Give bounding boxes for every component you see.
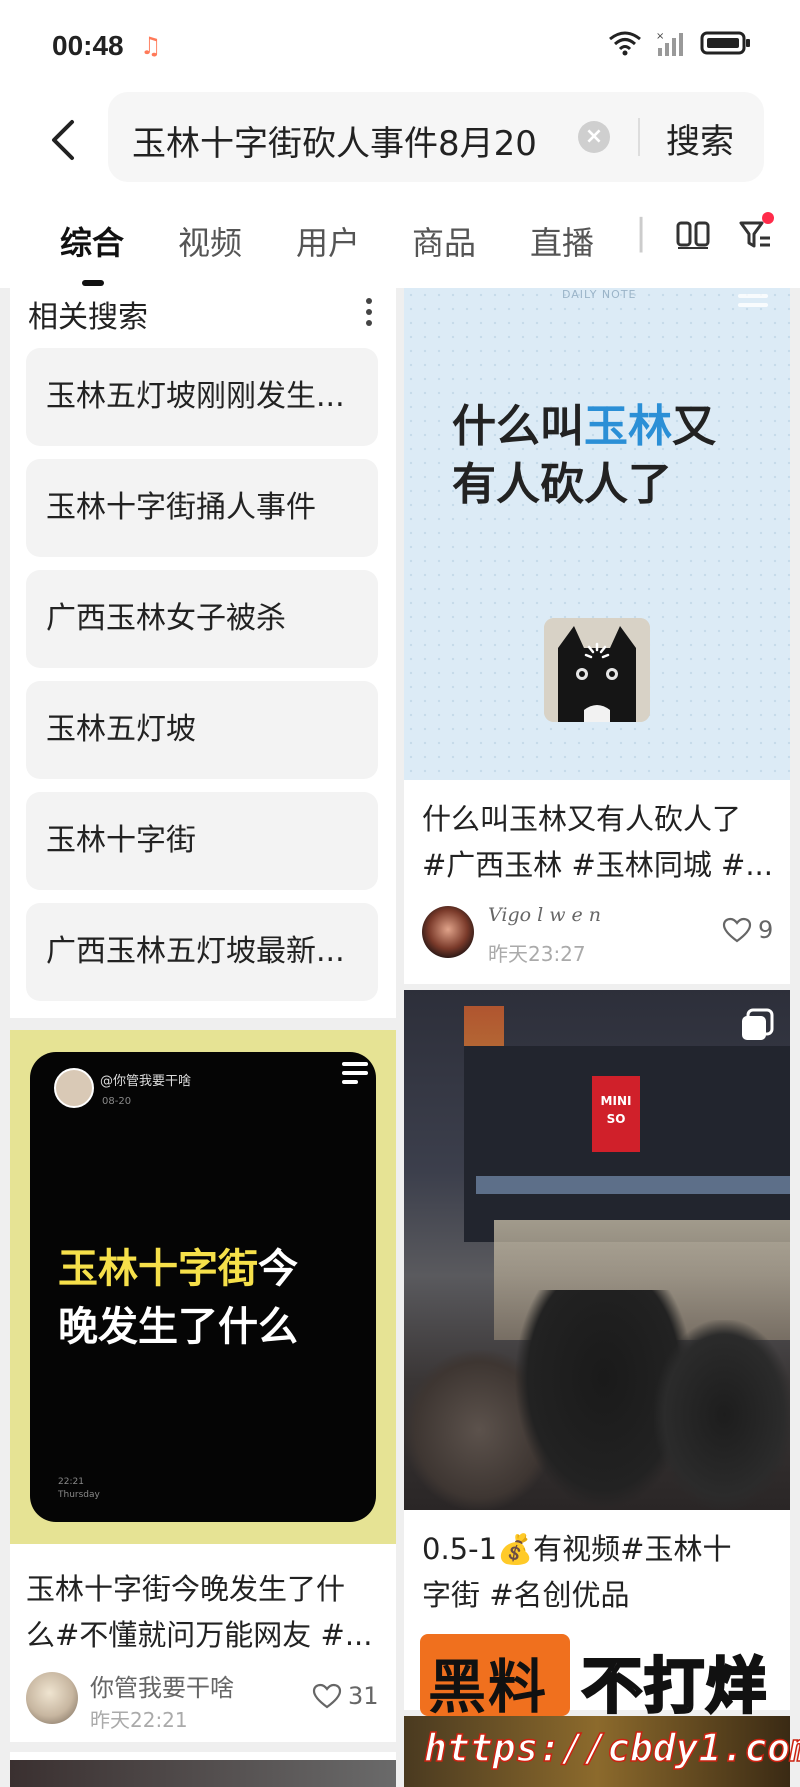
wifi-icon [609, 31, 641, 56]
svg-text:×: × [656, 31, 664, 42]
more-options-icon[interactable] [366, 298, 374, 331]
note-cover-image[interactable]: DAILY NOTE 什么叫玉林又 有人砍人了 [404, 288, 790, 780]
watermark-url: https://cbdy1.com [423, 1725, 800, 1771]
like-count: 31 [348, 1682, 379, 1710]
store-band [476, 1176, 790, 1194]
tab-overflow-fade: ▏ [640, 218, 664, 253]
layout-toggle-icon[interactable] [676, 220, 710, 250]
search-bar-row: 玉林十字街砍人事件8月20 × 搜索 [0, 90, 800, 190]
related-search-item[interactable]: 广西玉林五灯坡最新... [26, 903, 378, 1001]
tab-users[interactable]: 用户 [296, 218, 360, 264]
author-name[interactable]: Vigo l w e n [488, 904, 601, 926]
related-search-item[interactable]: 玉林五灯坡刚刚发生... [26, 348, 378, 446]
related-search-item[interactable]: 广西玉林女子被杀 [26, 570, 378, 668]
note-title[interactable]: 玉林十字街今晚发生了什 么#不懂就问万能网友 #... [26, 1566, 386, 1658]
related-search-item[interactable]: 玉林五灯坡 [26, 681, 378, 779]
watermark-badge-text: 黑料 [428, 1653, 549, 1721]
clear-icon[interactable]: × [578, 121, 610, 153]
multi-image-icon [742, 1008, 774, 1040]
search-input[interactable]: 玉林十字街砍人事件8月20 [132, 116, 552, 165]
related-search-item[interactable]: 玉林十字街 [26, 792, 378, 890]
preview-avatar [54, 1068, 94, 1108]
search-divider [638, 118, 640, 156]
like-button[interactable]: 31 [312, 1682, 379, 1710]
tab-video[interactable]: 视频 [178, 218, 242, 264]
like-button[interactable]: 9 [722, 916, 773, 944]
post-time: 昨天23:27 [488, 942, 586, 966]
dark-note-preview: @你管我要干啥 08-20 玉林十字街今 晚发生了什么 22:21 Thursda… [30, 1052, 376, 1522]
cover-menu-icon [738, 294, 768, 312]
preview-menu-icon [342, 1062, 368, 1089]
preview-date: 08-20 [102, 1096, 132, 1107]
related-search-item[interactable]: 玉林十字街捅人事件 [26, 459, 378, 557]
note-title[interactable]: 0.5-1💰有视频#玉林十 字街 #名创优品 [422, 1526, 782, 1618]
back-arrow-icon [52, 120, 74, 160]
preview-handle: @你管我要干啥 [100, 1074, 192, 1089]
heart-icon [722, 917, 752, 943]
preview-footer: 22:21 Thursday [58, 1477, 100, 1500]
tab-comprehensive[interactable]: 综合 [60, 218, 124, 264]
note-card-yellow[interactable]: @你管我要干啥 08-20 玉林十字街今 晚发生了什么 22:21 Thursda… [10, 1030, 396, 1742]
search-box[interactable]: 玉林十字街砍人事件8月20 × 搜索 [108, 92, 764, 182]
next-card-peek[interactable] [10, 1752, 396, 1787]
preview-headline-1: 玉林十字街今 [58, 1246, 298, 1292]
cover-headline-2: 有人砍人了 [452, 459, 672, 510]
related-searches-title: 相关搜索 [28, 300, 148, 335]
heart-icon [312, 1683, 342, 1709]
tab-bar: 综合 视频 用户 商品 直播 ▏ [0, 190, 800, 288]
tab-live[interactable]: 直播 [530, 218, 594, 264]
music-note-icon: ♫ [140, 32, 162, 60]
back-button[interactable] [38, 110, 88, 170]
note-card-blue[interactable]: DAILY NOTE 什么叫玉林又 有人砍人了 什么叫玉林又有人砍人了 #广西玉… [404, 288, 790, 984]
watermark-slogan: 不打烊 [581, 1651, 768, 1724]
post-time: 昨天22:21 [90, 1708, 188, 1732]
status-bar: 00:48 ♫ × [0, 0, 800, 90]
watermark-overlay: 黑料 不打烊 https://cbdy1.com [420, 1634, 800, 1787]
author-name[interactable]: 你管我要干啥 [90, 1668, 234, 1703]
cover-headline-1: 什么叫玉林又 [452, 401, 716, 452]
preview-headline-2: 晚发生了什么 [58, 1304, 298, 1350]
tab-products[interactable]: 商品 [412, 218, 476, 264]
store-sign: MINI SO [592, 1076, 640, 1152]
note-card-photo[interactable]: MINI SO 0.5-1💰有视频#玉林十 字街 #名创优品 [404, 990, 790, 1710]
note-cover-image[interactable]: @你管我要干啥 08-20 玉林十字街今 晚发生了什么 22:21 Thursda… [10, 1030, 396, 1544]
signal-icon: × [656, 31, 683, 56]
note-title[interactable]: 什么叫玉林又有人砍人了 #广西玉林 #玉林同城 #... [422, 796, 782, 888]
note-cover-photo[interactable]: MINI SO [404, 990, 790, 1510]
status-icons: × [608, 30, 752, 56]
battery-icon [700, 31, 750, 55]
author-avatar[interactable] [26, 1672, 78, 1724]
tab-active-indicator [82, 280, 104, 286]
search-results-page: 00:48 ♫ × 玉林十字街砍人事件8月20 × 搜索 综合 视频 用户 商品… [0, 0, 800, 1787]
filter-notification-dot [762, 212, 774, 224]
like-count: 9 [758, 916, 774, 944]
cat-sticker-image [544, 618, 650, 722]
crowd-right [654, 1320, 790, 1510]
related-searches-card: 相关搜索 玉林五灯坡刚刚发生... 玉林十字街捅人事件 广西玉林女子被杀 玉林五… [10, 288, 396, 1018]
status-time: 00:48 [52, 30, 124, 61]
cat-face-icon [544, 618, 650, 722]
watermark-badge: 黑料 [420, 1634, 570, 1721]
daily-note-label: DAILY NOTE [562, 288, 637, 301]
search-button[interactable]: 搜索 [666, 114, 734, 163]
author-avatar[interactable] [422, 906, 474, 958]
